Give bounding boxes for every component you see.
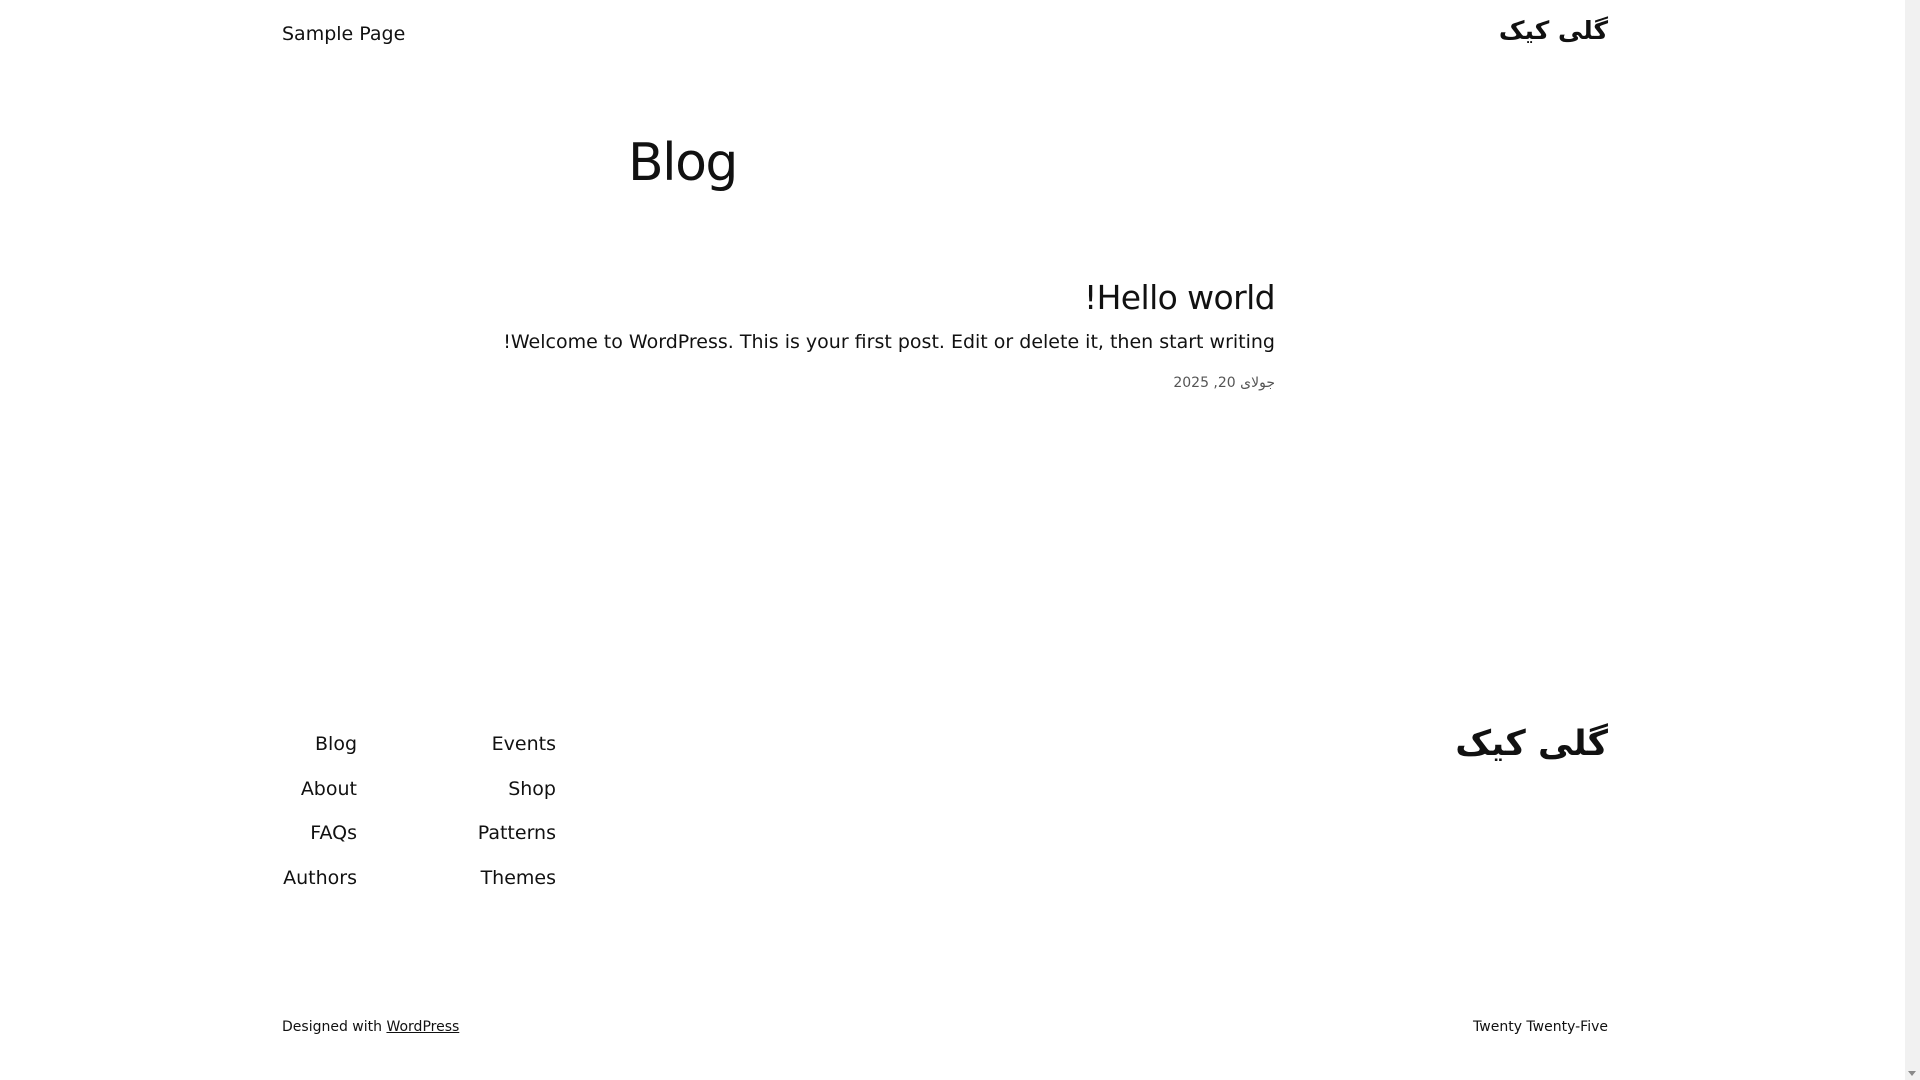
footer-nav-column-2: Events Shop Patterns Themes <box>478 732 556 910</box>
post-title-link[interactable]: Hello world! <box>1084 278 1276 317</box>
credit-text: Designed with <box>282 1019 387 1035</box>
footer-site-title[interactable]: گلی کیک <box>1455 724 1608 764</box>
footer-link-themes[interactable]: Themes <box>481 867 556 889</box>
footer-link-events[interactable]: Events <box>492 733 556 755</box>
page-scrollbar[interactable] <box>1905 0 1920 1080</box>
post-date[interactable]: جولای 20, 2025 <box>625 375 1275 391</box>
post-title: Hello world! <box>625 278 1276 318</box>
footer-link-authors[interactable]: Authors <box>283 867 357 889</box>
footer-link-about[interactable]: About <box>301 778 357 800</box>
post-excerpt: Welcome to WordPress. This is your first… <box>503 330 1275 353</box>
footer-credit: Designed with WordPress <box>282 1019 459 1035</box>
footer-link-faqs[interactable]: FAQs <box>310 822 357 844</box>
page-title: Blog <box>628 133 738 193</box>
wordpress-link[interactable]: WordPress <box>386 1019 459 1035</box>
post-item: Hello world! Welcome to WordPress. This … <box>503 278 1276 391</box>
theme-name: Twenty Twenty-Five <box>1473 1019 1608 1035</box>
footer-nav-column-1: Blog About FAQs Authors <box>283 732 357 910</box>
nav-link-sample-page[interactable]: Sample Page <box>282 23 405 45</box>
site-title[interactable]: گلی کیک <box>1499 16 1608 45</box>
page: Sample Page گلی کیک Blog Hello world! We… <box>0 0 1905 1080</box>
footer-link-patterns[interactable]: Patterns <box>478 822 556 844</box>
footer-link-blog[interactable]: Blog <box>315 733 357 755</box>
footer-link-shop[interactable]: Shop <box>508 778 556 800</box>
scroll-down-arrow-icon[interactable] <box>1908 1071 1916 1076</box>
